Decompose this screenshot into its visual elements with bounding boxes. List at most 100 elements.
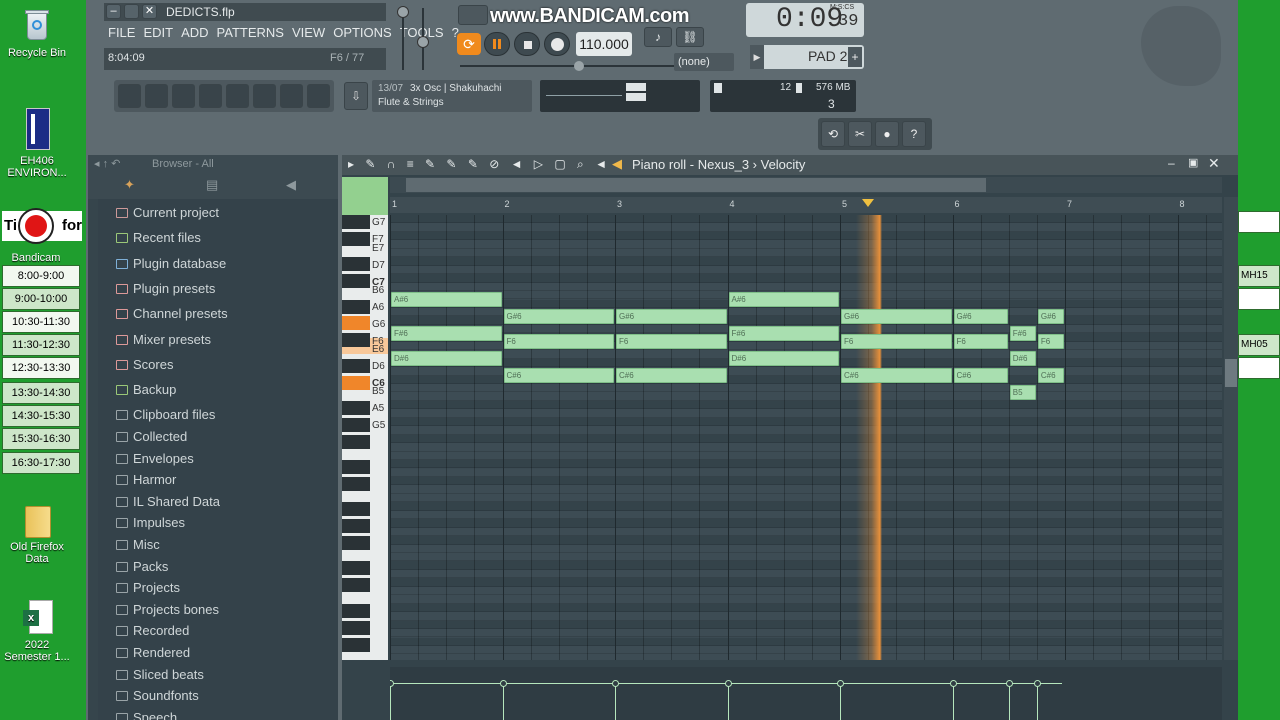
black-key[interactable] bbox=[342, 375, 370, 390]
desktop-icon-excel[interactable]: x 2022 Semester 1... bbox=[2, 600, 72, 663]
browser-item[interactable]: Plugin presets bbox=[116, 279, 215, 299]
menu-patterns[interactable]: PATTERNS bbox=[217, 25, 284, 45]
note[interactable]: G#6 bbox=[841, 308, 952, 324]
black-key[interactable] bbox=[342, 536, 370, 551]
close-button[interactable]: ✕ bbox=[142, 4, 157, 19]
stop-button[interactable] bbox=[514, 32, 540, 56]
playlist-icon[interactable] bbox=[118, 84, 141, 108]
browser-item[interactable]: Scores bbox=[116, 355, 173, 375]
help-person-icon[interactable] bbox=[307, 84, 330, 108]
browser-item[interactable]: Sliced beats bbox=[116, 665, 204, 685]
note[interactable]: C#6 bbox=[503, 368, 614, 384]
black-key[interactable] bbox=[342, 333, 370, 348]
piano-keyboard[interactable]: G7 F7 E7 D7 C7 B6 A6 G6 F6 E6 D6 C6 B5 A5 G5 bbox=[342, 215, 388, 660]
black-key[interactable] bbox=[342, 215, 370, 229]
horizontal-scrollbar[interactable] bbox=[390, 177, 1222, 193]
help-icon[interactable]: ? bbox=[902, 121, 926, 147]
playhead-marker-icon[interactable] bbox=[862, 199, 875, 207]
plugin-icon[interactable] bbox=[280, 84, 303, 108]
black-key[interactable] bbox=[342, 417, 370, 432]
note[interactable]: C#6 bbox=[953, 368, 1008, 384]
velocity-bar[interactable] bbox=[949, 680, 957, 720]
browser-item[interactable]: Channel presets bbox=[116, 304, 228, 324]
browser-item[interactable]: Backup bbox=[116, 380, 176, 400]
browser-item[interactable]: Rendered bbox=[116, 643, 190, 663]
browser-item[interactable]: Packs bbox=[116, 557, 168, 577]
browser-item[interactable]: Recorded bbox=[116, 621, 189, 641]
download-icon[interactable]: ⇩ bbox=[344, 82, 368, 110]
piano-roll-tool-icons[interactable]: ▸ ✎ ∩ ≡ ✎ ✎ ✎ ⊘ ◄ ▷ ▢ ⌕ ◄ bbox=[348, 157, 611, 172]
browser-item[interactable]: Plugin database bbox=[116, 254, 226, 274]
black-key[interactable] bbox=[342, 358, 370, 373]
menu-view[interactable]: VIEW bbox=[292, 25, 325, 45]
browser-filter-icon[interactable]: ✦ bbox=[124, 177, 135, 193]
velocity-bar[interactable] bbox=[724, 680, 732, 720]
menu-file[interactable]: FILE bbox=[108, 25, 135, 45]
window-restore-icon[interactable]: ▣ bbox=[1188, 156, 1198, 169]
pause-button[interactable] bbox=[484, 32, 510, 56]
black-key[interactable] bbox=[342, 434, 370, 449]
loop-record-icon[interactable]: ⟳ bbox=[457, 33, 481, 55]
piano-roll-icon[interactable] bbox=[172, 84, 195, 108]
tempo-display[interactable]: 110.000 bbox=[576, 32, 632, 56]
velocity-bar[interactable] bbox=[1033, 680, 1041, 720]
black-key[interactable] bbox=[342, 620, 370, 635]
browser-item[interactable]: Projects bones bbox=[116, 600, 219, 620]
note[interactable]: F6 bbox=[953, 334, 1008, 350]
browser-item[interactable]: Projects bbox=[116, 578, 180, 598]
add-pattern-button[interactable]: + bbox=[848, 47, 862, 67]
vertical-scrollbar[interactable] bbox=[1224, 197, 1238, 660]
black-key[interactable] bbox=[342, 561, 370, 576]
velocity-bar[interactable] bbox=[1005, 680, 1013, 720]
black-key[interactable] bbox=[342, 257, 370, 272]
desktop-icon-firefox-data[interactable]: Old Firefox Data bbox=[2, 502, 72, 565]
note[interactable]: G#6 bbox=[616, 308, 727, 324]
note[interactable]: F6 bbox=[1037, 334, 1064, 350]
desktop-icon-eh406[interactable]: EH406 ENVIRON... bbox=[2, 108, 72, 179]
note[interactable]: F#6 bbox=[1009, 325, 1036, 341]
timeline-ruler[interactable]: 1 2 3 4 5 6 7 8 bbox=[390, 197, 1222, 213]
window-close-icon[interactable]: ✕ bbox=[1208, 155, 1220, 172]
black-key[interactable] bbox=[342, 578, 370, 593]
note[interactable]: A#6 bbox=[391, 292, 502, 307]
note[interactable]: G#6 bbox=[503, 308, 614, 324]
velocity-bar[interactable] bbox=[390, 680, 394, 720]
mixer-icon[interactable] bbox=[226, 84, 249, 108]
browser-item[interactable]: Speech bbox=[116, 708, 177, 720]
note-grid[interactable]: A#6 A#6 G#6 G#6 G#6 G#6 G#6 F#6 F#6 F#6 F6 F6 F6 F6 F6… bbox=[390, 215, 1222, 660]
browser-icon[interactable] bbox=[199, 84, 222, 108]
output-select[interactable]: (none) bbox=[674, 53, 734, 71]
browser-item[interactable]: Clipboard files bbox=[116, 405, 215, 425]
browser-speaker-icon[interactable]: ◀ bbox=[286, 177, 296, 193]
browser-item[interactable]: Current project bbox=[116, 203, 219, 223]
browser-item[interactable]: Envelopes bbox=[116, 449, 194, 469]
black-key[interactable] bbox=[342, 476, 370, 491]
note[interactable]: D#6 bbox=[728, 351, 839, 367]
browser-item[interactable]: Collected bbox=[116, 427, 187, 447]
metronome-button[interactable] bbox=[458, 5, 488, 25]
black-key[interactable] bbox=[342, 519, 370, 534]
note[interactable]: F#6 bbox=[391, 325, 502, 341]
window-minimize-icon[interactable]: – bbox=[1168, 156, 1175, 170]
black-key[interactable] bbox=[342, 502, 370, 517]
note[interactable]: F#6 bbox=[728, 325, 839, 341]
note[interactable]: F6 bbox=[841, 334, 952, 350]
browser-file-icon[interactable]: ▤ bbox=[206, 177, 218, 193]
menu-add[interactable]: ADD bbox=[181, 25, 208, 45]
snap-icon[interactable]: ♪ bbox=[644, 27, 672, 47]
note[interactable]: C#6 bbox=[616, 368, 727, 384]
browser-nav-icons[interactable]: ◂ ↑ ↶ bbox=[94, 157, 120, 170]
black-key[interactable] bbox=[342, 299, 370, 314]
note[interactable]: A#6 bbox=[728, 292, 839, 307]
velocity-bar[interactable] bbox=[612, 680, 619, 720]
master-volume-slider[interactable] bbox=[396, 4, 410, 72]
black-key[interactable] bbox=[342, 603, 370, 618]
channel-info-panel[interactable]: 13/07 3x Osc | Shakuhachi Flute & String… bbox=[372, 80, 532, 112]
pattern-selector[interactable]: ▶ PAD 2 + bbox=[750, 45, 864, 69]
microphone-icon[interactable]: ● bbox=[875, 121, 899, 147]
note[interactable]: F6 bbox=[503, 334, 614, 350]
browser-item[interactable]: Harmor bbox=[116, 470, 176, 490]
note[interactable]: G#6 bbox=[953, 308, 1008, 324]
black-key[interactable] bbox=[342, 460, 370, 475]
note[interactable]: D#6 bbox=[1009, 351, 1036, 367]
